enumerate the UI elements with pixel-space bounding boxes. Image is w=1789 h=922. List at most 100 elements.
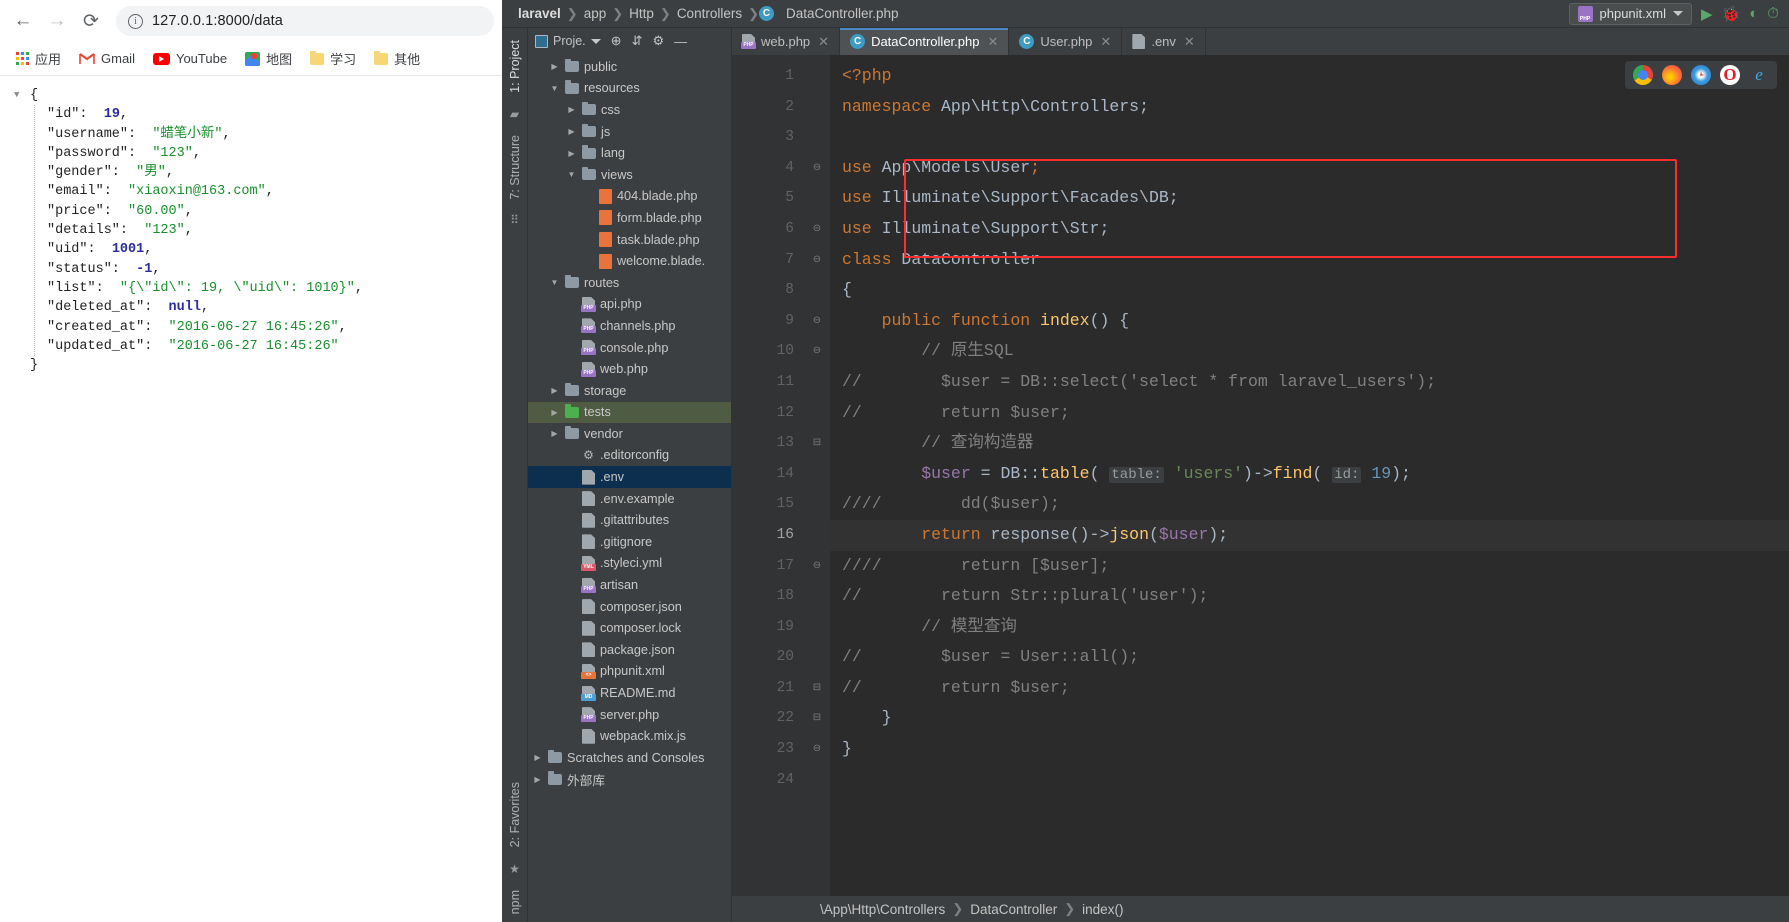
opera-icon[interactable] [1720, 65, 1740, 85]
bookmark-maps[interactable]: 地图 [238, 46, 299, 71]
chrome-icon[interactable] [1633, 65, 1653, 85]
bookmark-study[interactable]: 学习 [303, 46, 363, 71]
ie-icon[interactable]: e [1749, 65, 1769, 85]
code-line[interactable]: public function index() { [830, 306, 1789, 337]
bookmark-apps[interactable]: 应用 [9, 46, 68, 71]
code-line[interactable]: // return $user; [830, 398, 1789, 429]
code-line[interactable]: // 原生SQL [830, 336, 1789, 367]
forward-button[interactable]: → [42, 6, 72, 36]
tree-node[interactable]: ▶ public [528, 56, 731, 78]
chevron-right-icon[interactable]: ▶ [549, 62, 560, 71]
chevron-right-icon[interactable]: ▶ [549, 386, 560, 395]
chevron-right-icon[interactable]: ▶ [566, 127, 577, 136]
tree-node[interactable]: ▶form.blade.php [528, 207, 731, 229]
profile-icon[interactable]: ⏱ [1767, 5, 1779, 22]
chevron-down-icon[interactable]: ▼ [566, 170, 577, 179]
firefox-icon[interactable] [1662, 65, 1682, 85]
tree-node[interactable]: ▶composer.lock [528, 617, 731, 639]
bookmark-gmail[interactable]: Gmail [72, 48, 142, 69]
settings-gear-icon[interactable]: ⚙ [652, 33, 664, 49]
code-line[interactable]: // return Str::plural('user'); [830, 581, 1789, 612]
code-line[interactable]: namespace App\Http\Controllers; [830, 92, 1789, 123]
breadcrumb-controllers[interactable]: Controllers [671, 6, 748, 21]
fold-marker-icon[interactable]: ⊖ [804, 245, 830, 276]
tree-node[interactable]: ▶PHPartisan [528, 574, 731, 596]
tree-node[interactable]: ▶ tests [528, 401, 731, 424]
code-line[interactable] [830, 765, 1789, 796]
code-line[interactable]: } [830, 703, 1789, 734]
code-line[interactable]: class DataController [830, 245, 1789, 276]
tree-node[interactable]: ▶ vendor [528, 423, 731, 445]
tree-node[interactable]: ▶ Scratches and Consoles [528, 747, 731, 769]
chevron-right-icon[interactable]: ▶ [566, 149, 577, 158]
run-configuration-selector[interactable]: phpunit.xml [1568, 2, 1692, 25]
tree-node[interactable]: ▶404.blade.php [528, 186, 731, 208]
fold-marker-icon[interactable]: ⊟ [804, 428, 830, 459]
run-icon[interactable]: ▶ [1701, 5, 1713, 23]
coverage-icon[interactable]: ◐ [1749, 5, 1758, 22]
code-line[interactable]: { [830, 275, 1789, 306]
breadcrumb-http[interactable]: Http [623, 6, 660, 21]
breadcrumb-file[interactable]: DataController.php [780, 6, 905, 21]
tree-node[interactable]: ▶ storage [528, 380, 731, 402]
tree-node[interactable]: ▼ routes [528, 272, 731, 294]
rail-tab-structure[interactable]: 7: Structure [508, 127, 522, 208]
tree-node[interactable]: ▶welcome.blade. [528, 250, 731, 272]
tree-node[interactable]: ▶task.blade.php [528, 229, 731, 251]
code-line[interactable] [830, 122, 1789, 153]
code-line[interactable]: } [830, 734, 1789, 765]
chevron-right-icon[interactable]: ▶ [566, 105, 577, 114]
tree-node[interactable]: ▶PHPconsole.php [528, 337, 731, 359]
crumb-namespace[interactable]: \App\Http\Controllers [820, 902, 945, 917]
locate-icon[interactable]: ⊕ [611, 33, 622, 49]
code-line[interactable]: // return $user; [830, 673, 1789, 704]
tree-node[interactable]: ▶webpack.mix.js [528, 725, 731, 747]
crumb-method[interactable]: index() [1082, 902, 1123, 917]
collapse-all-icon[interactable]: ⇵ [632, 33, 643, 49]
breadcrumb-project[interactable]: laravel [512, 6, 567, 21]
close-icon[interactable]: ✕ [1100, 34, 1111, 50]
safari-icon[interactable] [1691, 65, 1711, 85]
project-panel-title[interactable]: Proje. [535, 34, 601, 48]
fold-marker-icon[interactable]: ⊖ [804, 153, 830, 184]
tree-node[interactable]: ▶.gitattributes [528, 509, 731, 531]
close-icon[interactable]: ✕ [818, 34, 829, 50]
bookmark-other[interactable]: 其他 [367, 46, 427, 71]
tree-node[interactable]: ▶.env [528, 466, 731, 488]
code-line[interactable]: use Illuminate\Support\Facades\DB; [830, 183, 1789, 214]
code-line[interactable]: // $user = DB::select('select * from lar… [830, 367, 1789, 398]
editor-tab[interactable]: PHP web.php ✕ [732, 28, 841, 55]
code-editor[interactable]: 1 2 3 4 5 6 7 8 9 10 11 12 13 14 15 16 17 18 19 20 21 22 23 24 … [732, 55, 1789, 896]
chevron-right-icon[interactable]: ▶ [549, 429, 560, 438]
tree-node[interactable]: ▶⚙.editorconfig [528, 445, 731, 467]
code-folding-column[interactable]: ⊖ ⊝ ⊖ ⊖ ⊖ ⊟ ⊖ ⊟ ⊟ ⊖ [804, 55, 830, 896]
json-root-open[interactable]: ▼{ [14, 86, 502, 105]
rail-tab-favorites[interactable]: 2: Favorites [508, 774, 522, 855]
debug-icon[interactable]: 🐞 [1722, 5, 1741, 23]
tree-node[interactable]: ▼ views [528, 164, 731, 186]
chevron-down-icon[interactable] [1673, 11, 1683, 16]
editor-tab[interactable]: C DataController.php ✕ [840, 28, 1010, 55]
chevron-right-icon[interactable]: ▶ [532, 753, 543, 762]
hide-icon[interactable]: — [674, 34, 687, 49]
close-icon[interactable]: ✕ [1184, 34, 1195, 50]
back-button[interactable]: ← [8, 6, 38, 36]
tree-node[interactable]: ▶PHPchannels.php [528, 315, 731, 337]
chevron-right-icon[interactable]: ▶ [549, 408, 560, 417]
tree-node[interactable]: ▼ resources [528, 78, 731, 100]
code-line[interactable]: // $user = User::all(); [830, 642, 1789, 673]
editor-tab[interactable]: C User.php ✕ [1009, 28, 1123, 55]
tree-node[interactable]: ▶ lang [528, 142, 731, 164]
chevron-right-icon[interactable]: ▶ [532, 775, 543, 784]
tree-node[interactable]: ▶.gitignore [528, 531, 731, 553]
fold-marker-icon[interactable]: ⊝ [804, 214, 830, 245]
fold-marker-icon[interactable]: ⊖ [804, 336, 830, 367]
code-line[interactable]: use App\Models\User; [830, 153, 1789, 184]
code-line[interactable]: // 模型查询 [830, 612, 1789, 643]
editor-tab[interactable]: .env ✕ [1122, 28, 1206, 55]
fold-marker-icon[interactable]: ⊖ [804, 306, 830, 337]
tree-node[interactable]: ▶ 外部库 [528, 769, 731, 791]
collapse-triangle-icon[interactable]: ▼ [14, 86, 24, 105]
bookmark-youtube[interactable]: YouTube [146, 48, 234, 69]
tree-node[interactable]: ▶PHPapi.php [528, 294, 731, 316]
